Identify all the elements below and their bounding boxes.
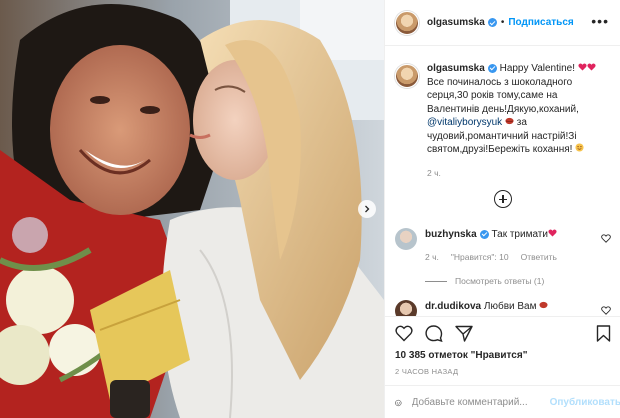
comment-text: buzhynska Так тримати [425,228,557,241]
caption-avatar[interactable] [395,64,419,88]
reply-button[interactable]: Ответить [521,252,557,262]
heart-emoji-icon [578,63,587,71]
comment-item: buzhynska Так тримати [395,228,611,250]
author-username[interactable]: olgasumska [427,17,485,28]
likes-count[interactable]: 10 385 отметок "Нравится" [395,350,527,361]
emoji-icon[interactable] [395,395,402,411]
share-icon[interactable] [455,325,473,342]
heart-emoji-icon [548,229,557,237]
more-options-icon[interactable]: ••• [591,14,609,28]
caption-intro: Happy Valentine! [496,63,576,74]
comment-like-icon[interactable] [601,234,611,243]
post-timestamp[interactable]: 2 ЧАСОВ НАЗАД [395,367,458,376]
verified-badge-icon [487,63,497,73]
comment-time: 2 ч. [425,252,439,262]
smiling-hearts-emoji-icon [575,143,584,152]
photo-image [0,0,384,418]
comment-likes-count[interactable]: "Нравится": 10 [451,252,509,262]
separator-dot: • [500,17,505,28]
commenter-avatar[interactable] [395,228,417,250]
next-photo-button[interactable] [358,200,376,218]
publish-button[interactable]: Опубликовать [550,397,620,408]
author-avatar[interactable] [395,10,419,35]
post-header: olgasumska • Подписаться ••• [385,0,620,46]
view-replies-label: Посмотреть ответы (1) [455,276,545,286]
heart-icon[interactable] [395,325,413,342]
post-caption: olgasumska Happy Valentine! Все починало… [395,62,611,180]
comment-like-icon[interactable] [601,306,611,315]
add-comment-bar: Опубликовать [385,385,620,418]
action-icons [395,325,473,342]
replies-divider [425,280,447,282]
commenter-username[interactable]: buzhynska [425,229,477,240]
post-actions: 10 385 отметок "Нравится" 2 ЧАСОВ НАЗАД … [385,316,620,418]
comment-icon[interactable] [425,325,443,342]
comment-meta: 2 ч. "Нравится": 10 Ответить [425,252,557,262]
post-photo[interactable] [0,0,384,418]
commenter-username[interactable]: dr.dudikova [425,301,481,312]
verified-badge-icon [487,18,497,27]
comment-input[interactable] [411,397,544,408]
comment-text: dr.dudikova Любви Вам [425,300,548,313]
comment-body: Любви Вам [483,301,537,312]
verified-badge-icon [479,229,489,239]
caption-username[interactable]: olgasumska [427,63,485,74]
caption-body: Все починалось з шоколадного серця,30 ро… [427,76,579,115]
heart-emoji-icon [587,63,596,71]
chevron-right-icon [365,205,370,213]
comment-body: Так тримати [491,229,548,240]
bookmark-icon[interactable] [596,325,611,342]
load-more-comments-button[interactable] [494,190,512,208]
kiss-emoji-icon [539,301,548,309]
follow-button[interactable]: Подписаться [508,17,573,28]
post-sidebar: olgasumska • Подписаться ••• olgasumska … [384,0,620,418]
caption-time: 2 ч. [427,167,441,178]
view-replies-button[interactable]: Посмотреть ответы (1) [425,276,544,286]
caption-text: olgasumska Happy Valentine! Все починало… [427,62,607,180]
caption-mention-link[interactable]: @vitaliyborysyuk [427,117,502,128]
kiss-emoji-icon [505,117,514,125]
